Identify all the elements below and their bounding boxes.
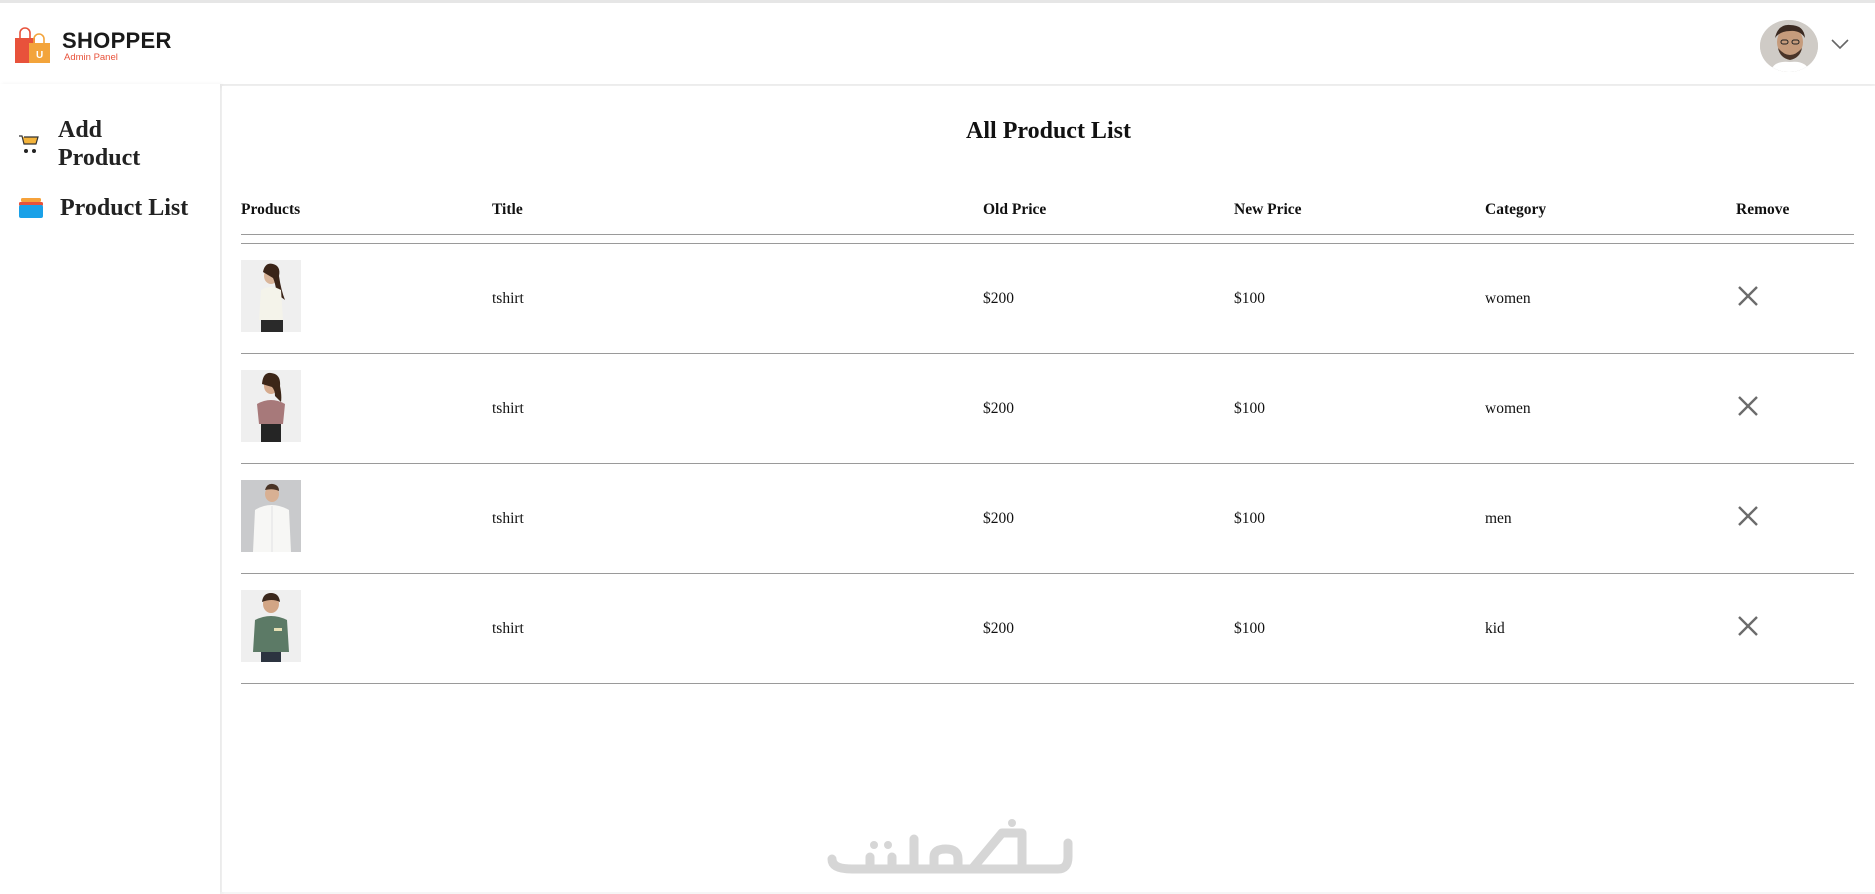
sidebar-item-label: Product List — [60, 195, 189, 221]
svg-text:U: U — [36, 50, 43, 61]
sidebar-item-product-list[interactable]: Product List — [18, 194, 188, 222]
product-new-price: $100 — [1234, 399, 1265, 417]
column-header-products: Products — [241, 201, 301, 218]
close-icon[interactable] — [1736, 394, 1760, 418]
table-row: tshirt $200 $100 women — [241, 244, 1854, 354]
product-category: men — [1485, 509, 1512, 527]
brand-logo[interactable]: U SHOPPER Admin Panel — [14, 27, 172, 65]
table-row: tshirt $200 $100 kid — [241, 574, 1854, 684]
column-header-new-price: New Price — [1234, 201, 1302, 218]
product-title: tshirt — [492, 289, 524, 307]
product-new-price: $100 — [1234, 509, 1265, 527]
brand-name: SHOPPER — [62, 28, 172, 53]
list-icon — [19, 198, 43, 218]
column-header-remove: Remove — [1736, 201, 1790, 218]
main-panel: All Product List Products Title Old Pric… — [222, 86, 1875, 892]
product-new-price: $100 — [1234, 289, 1265, 307]
product-old-price: $200 — [983, 289, 1014, 307]
column-header-category: Category — [1485, 201, 1547, 218]
product-title: tshirt — [492, 509, 524, 527]
header-divider — [241, 234, 1854, 235]
watermark-logo — [827, 819, 1073, 874]
sidebar: Add Product Product List — [0, 84, 220, 894]
product-title: tshirt — [492, 619, 524, 637]
column-header-old-price: Old Price — [983, 201, 1047, 218]
close-icon[interactable] — [1736, 504, 1760, 528]
product-thumbnail[interactable] — [241, 260, 301, 332]
sidebar-item-label: Add Product — [58, 117, 141, 171]
product-thumbnail[interactable] — [241, 590, 301, 662]
product-old-price: $200 — [983, 619, 1014, 637]
product-table: Products Title Old Price New Price Categ… — [241, 194, 1854, 684]
close-icon[interactable] — [1736, 614, 1760, 638]
top-header: U SHOPPER Admin Panel — [0, 0, 1875, 84]
brand-subtitle: Admin Panel — [64, 52, 118, 63]
column-header-title: Title — [492, 201, 523, 218]
chevron-down-icon[interactable] — [1830, 37, 1850, 51]
avatar-image — [1760, 20, 1818, 72]
table-row: tshirt $200 $100 women — [241, 354, 1854, 464]
product-thumbnail[interactable] — [241, 370, 301, 442]
product-thumbnail[interactable] — [241, 480, 301, 552]
avatar[interactable] — [1760, 20, 1818, 72]
page-title: All Product List — [966, 118, 1131, 144]
product-old-price: $200 — [983, 509, 1014, 527]
product-new-price: $100 — [1234, 619, 1265, 637]
table-row: tshirt $200 $100 men — [241, 464, 1854, 574]
product-category: women — [1485, 289, 1531, 307]
product-old-price: $200 — [983, 399, 1014, 417]
shopping-bags-icon: U — [15, 27, 50, 63]
table-header: Products Title Old Price New Price Categ… — [241, 194, 1854, 226]
product-category: women — [1485, 399, 1531, 417]
close-icon[interactable] — [1736, 284, 1760, 308]
cart-icon — [19, 135, 39, 153]
product-category: kid — [1485, 619, 1505, 637]
sidebar-item-add-product[interactable]: Add Product — [18, 116, 168, 172]
product-title: tshirt — [492, 399, 524, 417]
